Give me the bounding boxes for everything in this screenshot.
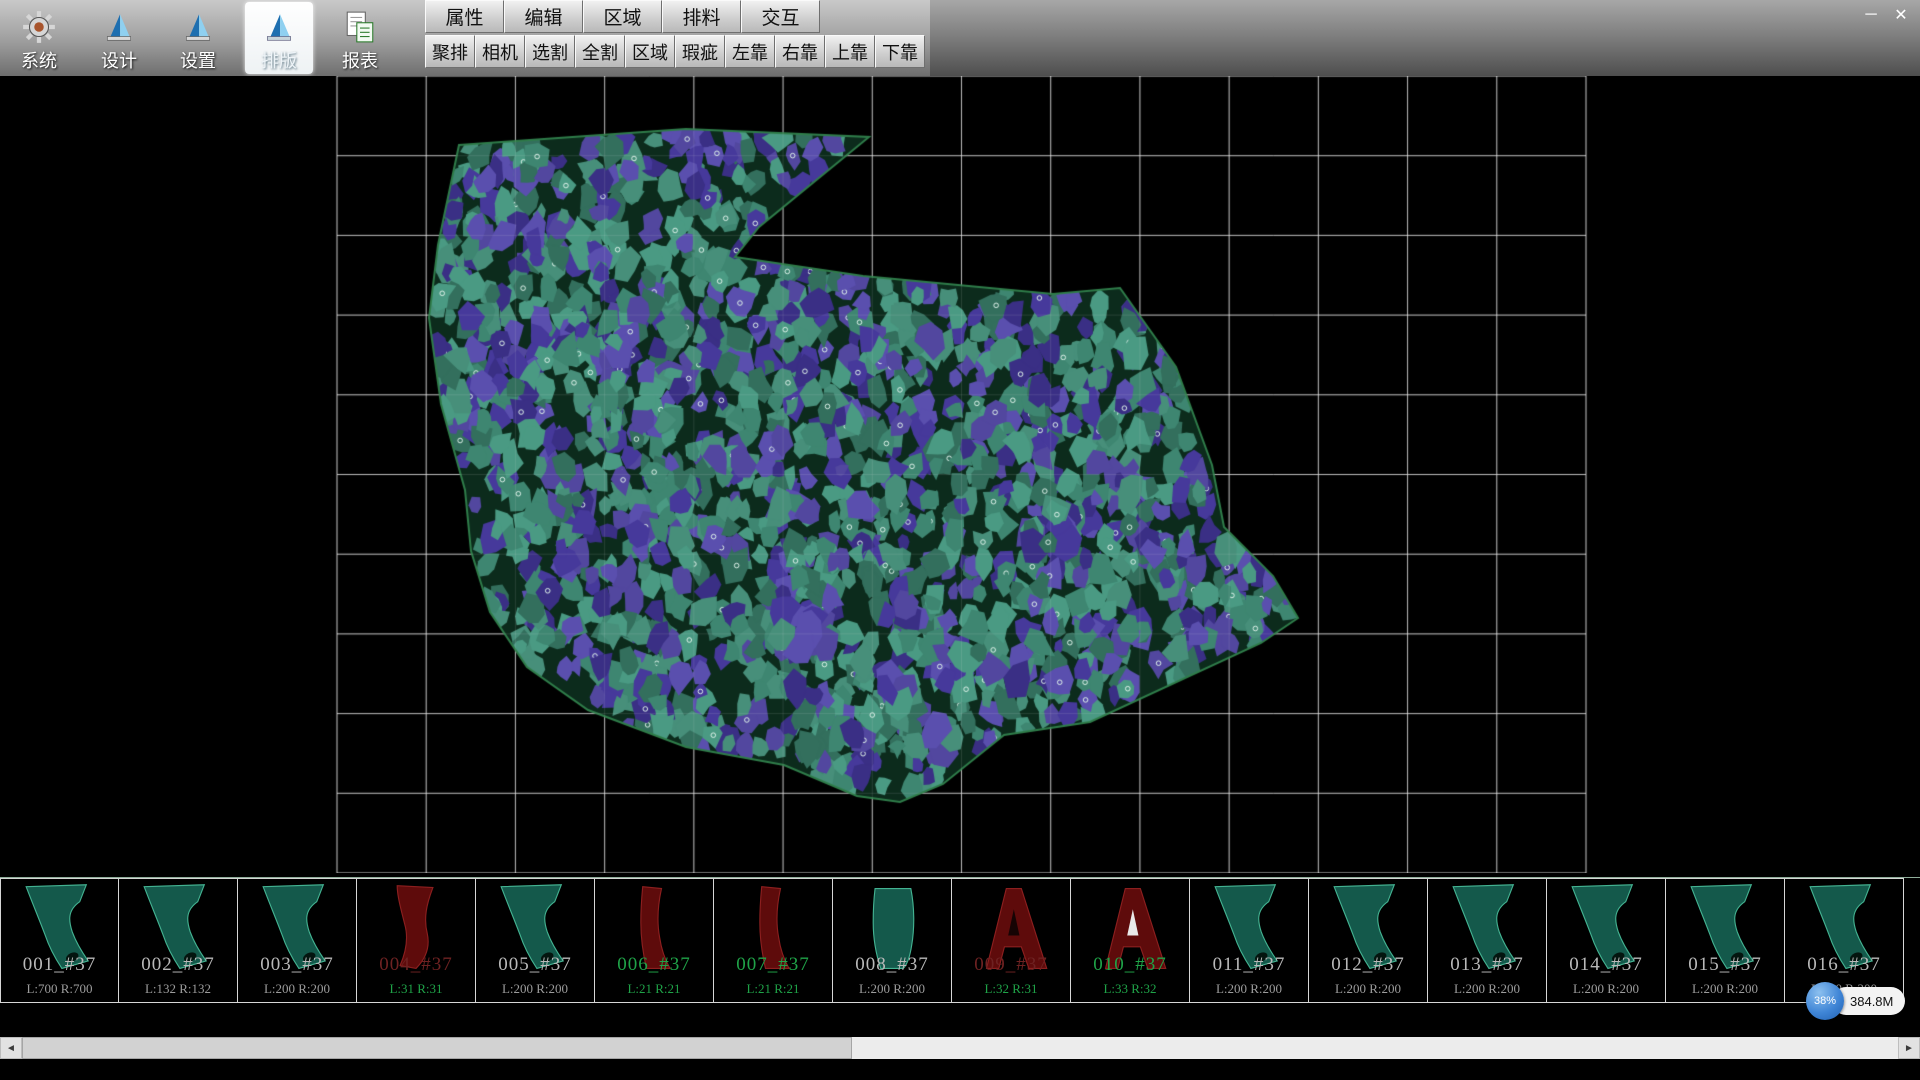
horizontal-scrollbar[interactable]: ◄ ► xyxy=(0,1037,1920,1059)
menu-tab-1[interactable]: 编辑 xyxy=(504,0,583,33)
report-icon xyxy=(344,2,376,51)
piece-id: 014_#37 xyxy=(1547,954,1665,976)
piece-thumbnail[interactable]: 014_#37 L:200 R:200 xyxy=(1547,878,1666,1003)
titlebar: 系统 设计 设置 xyxy=(0,0,1920,76)
scroll-right-arrow[interactable]: ► xyxy=(1898,1037,1920,1059)
layout-button-active[interactable]: 排版 xyxy=(245,2,313,74)
piece-thumbnail[interactable]: 015_#37 L:200 R:200 xyxy=(1666,878,1785,1003)
piece-lr: L:200 R:200 xyxy=(1309,981,1427,997)
piece-thumbnail[interactable]: 011_#37 L:200 R:200 xyxy=(1190,878,1309,1003)
piece-id: 013_#37 xyxy=(1428,954,1546,976)
tool-buttons-row: 聚排相机选割全割区域瑕疵左靠右靠上靠下靠 xyxy=(425,35,925,68)
piece-lr: L:200 R:200 xyxy=(833,981,951,997)
piece-thumbnail[interactable]: 004_#37 L:31 R:31 xyxy=(357,878,476,1003)
piece-id: 012_#37 xyxy=(1309,954,1427,976)
piece-lr: L:200 R:200 xyxy=(238,981,356,997)
layout-icon xyxy=(262,2,296,51)
piece-thumbnail[interactable]: 010_#37 L:33 R:32 xyxy=(1071,878,1190,1003)
nesting-canvas[interactable] xyxy=(0,76,1920,873)
scrollbar-track[interactable] xyxy=(22,1037,1898,1059)
design-icon xyxy=(102,2,136,51)
tool-button-1[interactable]: 相机 xyxy=(475,35,525,68)
tool-button-2[interactable]: 选割 xyxy=(525,35,575,68)
piece-id: 010_#37 xyxy=(1071,954,1189,976)
piece-thumbnail[interactable]: 005_#37 L:200 R:200 xyxy=(476,878,595,1003)
design-button-label: 设计 xyxy=(101,51,137,71)
close-button[interactable]: ✕ xyxy=(1886,1,1916,29)
piece-id: 016_#37 xyxy=(1785,954,1903,976)
tool-button-6[interactable]: 左靠 xyxy=(725,35,775,68)
piece-thumbnail[interactable]: 013_#37 L:200 R:200 xyxy=(1428,878,1547,1003)
piece-id: 008_#37 xyxy=(833,954,951,976)
piece-lr: L:200 R:200 xyxy=(1428,981,1546,997)
menu-tab-4[interactable]: 交互 xyxy=(741,0,820,33)
piece-id: 006_#37 xyxy=(595,954,713,976)
piece-thumbnail[interactable]: 006_#37 L:21 R:21 xyxy=(595,878,714,1003)
gear-icon xyxy=(21,2,57,51)
settings-button[interactable]: 设置 xyxy=(164,2,232,74)
piece-thumbnail[interactable]: 007_#37 L:21 R:21 xyxy=(714,878,833,1003)
piece-thumbnail[interactable]: 009_#37 L:32 R:31 xyxy=(952,878,1071,1003)
piece-lr: L:200 R:200 xyxy=(476,981,594,997)
progress-circle: 38% xyxy=(1806,982,1844,1020)
system-button[interactable]: 系统 xyxy=(5,2,73,74)
tool-button-4[interactable]: 区域 xyxy=(625,35,675,68)
tool-button-9[interactable]: 下靠 xyxy=(875,35,925,68)
tool-button-0[interactable]: 聚排 xyxy=(425,35,475,68)
menu-tab-3[interactable]: 排料 xyxy=(662,0,741,33)
piece-id: 003_#37 xyxy=(238,954,356,976)
piece-lr: L:700 R:700 xyxy=(1,981,118,997)
piece-id: 005_#37 xyxy=(476,954,594,976)
piece-lr: L:33 R:32 xyxy=(1071,981,1189,997)
piece-lr: L:21 R:21 xyxy=(714,981,832,997)
piece-thumbnail[interactable]: 001_#37 L:700 R:700 xyxy=(0,878,119,1003)
piece-id: 007_#37 xyxy=(714,954,832,976)
report-button-label: 报表 xyxy=(342,51,378,71)
piece-id: 011_#37 xyxy=(1190,954,1308,976)
piece-thumbnail[interactable]: 012_#37 L:200 R:200 xyxy=(1309,878,1428,1003)
settings-button-label: 设置 xyxy=(180,51,216,71)
tool-button-8[interactable]: 上靠 xyxy=(825,35,875,68)
scroll-left-arrow[interactable]: ◄ xyxy=(0,1037,22,1059)
piece-id: 001_#37 xyxy=(1,954,118,976)
tool-button-7[interactable]: 右靠 xyxy=(775,35,825,68)
piece-lr: L:132 R:132 xyxy=(119,981,237,997)
piece-lr: L:21 R:21 xyxy=(595,981,713,997)
piece-thumbnail[interactable]: 008_#37 L:200 R:200 xyxy=(833,878,952,1003)
tool-button-3[interactable]: 全割 xyxy=(575,35,625,68)
minimize-button[interactable]: ─ xyxy=(1856,1,1886,29)
menu-tabs: 属性编辑区域排料交互 xyxy=(425,0,820,33)
titlebar-dark-area xyxy=(930,0,1920,76)
piece-lr: L:31 R:31 xyxy=(357,981,475,997)
piece-thumbnail[interactable]: 002_#37 L:132 R:132 xyxy=(119,878,238,1003)
piece-lr: L:32 R:31 xyxy=(952,981,1070,997)
menu-tab-0[interactable]: 属性 xyxy=(425,0,504,33)
piece-id: 002_#37 xyxy=(119,954,237,976)
status-badge: 38% 384.8M xyxy=(1806,982,1905,1020)
piece-lr: L:200 R:200 xyxy=(1190,981,1308,997)
menu-tab-2[interactable]: 区域 xyxy=(583,0,662,33)
thumbnail-strip: 001_#37 L:700 R:700002_#37 L:132 R:132003_… xyxy=(0,877,1920,1004)
window-controls: ─ ✕ xyxy=(1856,0,1916,30)
piece-id: 015_#37 xyxy=(1666,954,1784,976)
piece-lr: L:200 R:200 xyxy=(1547,981,1665,997)
system-button-label: 系统 xyxy=(21,51,57,71)
settings-icon xyxy=(181,2,215,51)
piece-id: 009_#37 xyxy=(952,954,1070,976)
layout-button-label: 排版 xyxy=(261,51,297,71)
piece-lr: L:200 R:200 xyxy=(1666,981,1784,997)
report-button[interactable]: 报表 xyxy=(326,2,394,74)
piece-id: 004_#37 xyxy=(357,954,475,976)
piece-thumbnail[interactable]: 003_#37 L:200 R:200 xyxy=(238,878,357,1003)
design-button[interactable]: 设计 xyxy=(85,2,153,74)
application-window: 系统 设计 设置 xyxy=(0,0,1920,1080)
scrollbar-thumb[interactable] xyxy=(22,1037,852,1059)
tool-button-5[interactable]: 瑕疵 xyxy=(675,35,725,68)
